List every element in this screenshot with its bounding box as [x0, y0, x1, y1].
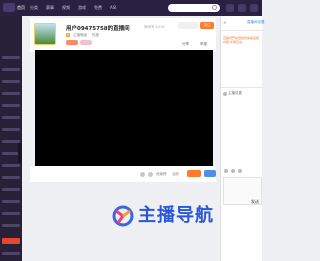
recharge-button[interactable] — [187, 170, 201, 177]
sidebar-item[interactable] — [2, 116, 20, 119]
sidebar-item-hot[interactable] — [2, 238, 20, 244]
sidebar-item[interactable] — [2, 128, 20, 131]
room-id: 房间号:1018 — [144, 25, 165, 29]
history-icon[interactable] — [226, 4, 234, 12]
settings-icon — [223, 92, 227, 96]
sidebar-item[interactable] — [2, 200, 20, 203]
watermark-text: 主播导航 — [138, 205, 214, 226]
gift-bar-label: 贡献榜 — [156, 172, 167, 176]
sidebar-item[interactable] — [2, 188, 20, 191]
sidebar-item[interactable] — [2, 56, 20, 59]
video-player[interactable] — [35, 50, 213, 166]
room-title: 用户09475758的直播间 — [66, 26, 130, 32]
follow-button[interactable]: 关注 — [200, 22, 214, 29]
sidebar-item[interactable] — [2, 252, 20, 255]
gift-bar-label: 活跃 — [172, 172, 179, 176]
streamer-avatar[interactable] — [34, 23, 56, 45]
sidebar-item[interactable] — [2, 176, 20, 179]
chat-section-label: 主播设置 — [228, 91, 242, 95]
message-icon[interactable] — [238, 4, 246, 12]
gift-icon[interactable] — [148, 172, 153, 177]
top-nav-bar: 首页 分类 赛事 视频 游戏 免费 ASI — [0, 0, 262, 16]
nav-item-home[interactable]: 首页 — [17, 4, 25, 11]
sidebar-item[interactable] — [2, 104, 20, 107]
level-badge: 0 — [66, 33, 71, 37]
search-input[interactable] — [168, 4, 220, 12]
gift-button[interactable] — [204, 170, 216, 177]
sidebar-item[interactable] — [2, 80, 20, 83]
avatar[interactable] — [250, 4, 258, 12]
sidebar-item[interactable] — [2, 164, 20, 167]
sidebar-item[interactable] — [2, 224, 20, 227]
nav-item-events[interactable]: 赛事 — [46, 4, 54, 11]
image-icon[interactable] — [231, 169, 235, 173]
divider — [221, 30, 263, 31]
sidebar-item[interactable] — [2, 68, 20, 71]
watermark: 主播导航 — [112, 203, 214, 229]
follow-count — [178, 22, 198, 29]
chat-settings-link[interactable]: 直播间设置 — [247, 20, 265, 25]
chat-panel: ✕ 直播间设置 直播间严禁低俗色情等违规内容,文明互动 主播设置 发送 — [220, 16, 265, 261]
room-header: 用户09475758的直播间 房间号:1018 0 主播等级 热度 关注 分享 … — [30, 18, 216, 52]
chat-notice: 直播间严禁低俗色情等违规内容,文明互动 — [223, 36, 260, 44]
streamer-tag[interactable] — [66, 40, 78, 45]
left-sidebar — [0, 16, 22, 261]
nav-item-games[interactable]: 游戏 — [78, 4, 86, 11]
streamer-level-label: 主播等级 — [73, 33, 87, 37]
gift-bar: 贡献榜 活跃 — [30, 166, 216, 182]
nav-item-free[interactable]: 免费 — [94, 4, 102, 11]
watermark-emblem-icon — [112, 205, 134, 227]
nav-item-video[interactable]: 视频 — [62, 4, 70, 11]
send-button[interactable]: 发送 — [251, 199, 259, 205]
close-icon[interactable]: ✕ — [223, 20, 226, 25]
report-button[interactable]: 举报 — [200, 42, 207, 47]
sidebar-item[interactable] — [2, 92, 20, 95]
site-logo[interactable] — [3, 3, 15, 12]
chat-input[interactable]: 发送 — [223, 177, 262, 205]
gift-icon[interactable] — [140, 172, 145, 177]
divider — [221, 87, 263, 88]
hot-label: 热度 — [92, 33, 99, 37]
search-icon[interactable] — [212, 5, 217, 10]
emoji-icon[interactable] — [224, 169, 228, 173]
nav-item-category[interactable]: 分类 — [30, 4, 38, 11]
gift-icon[interactable] — [238, 169, 242, 173]
streamer-tag[interactable] — [80, 40, 92, 45]
sidebar-item[interactable] — [2, 212, 20, 215]
nav-item-asi[interactable]: ASI — [110, 4, 116, 11]
share-button[interactable]: 分享 — [182, 42, 189, 47]
